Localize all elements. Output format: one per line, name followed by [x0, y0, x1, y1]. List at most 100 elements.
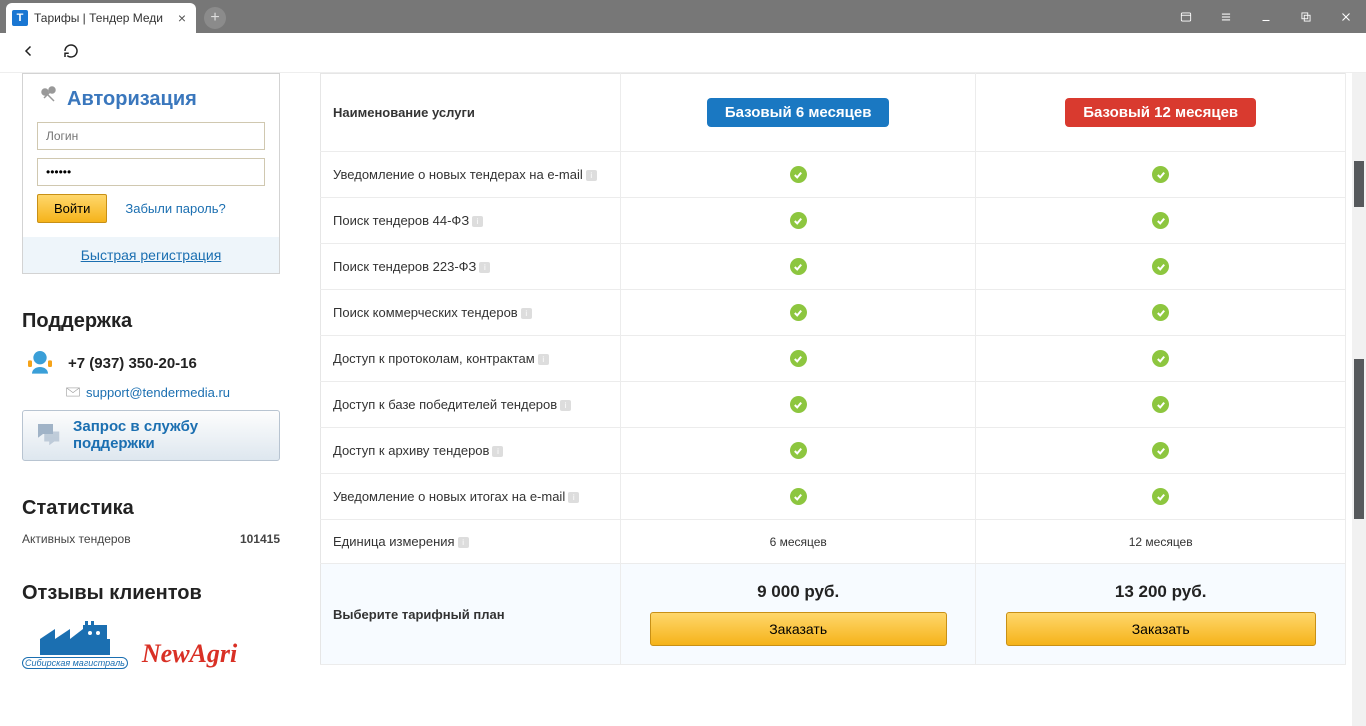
feature-label: Уведомление о новых итогах на e-mail	[333, 489, 565, 504]
stats-value: 101415	[240, 532, 280, 546]
feature-label: Поиск тендеров 223-ФЗ	[333, 259, 476, 274]
check-icon	[1152, 350, 1169, 367]
info-icon[interactable]: i	[492, 446, 503, 457]
plan-1-price: 9 000 руб.	[633, 582, 963, 602]
order-plan-1-button[interactable]: Заказать	[650, 612, 947, 646]
feature-row: Доступ к базе победителей тендеровi	[321, 382, 1346, 428]
check-icon	[1152, 212, 1169, 229]
forgot-password-link[interactable]: Забыли пароль?	[125, 201, 225, 216]
window-close-icon[interactable]	[1326, 0, 1366, 33]
check-icon	[790, 396, 807, 413]
feature-row: Поиск тендеров 223-ФЗi	[321, 244, 1346, 290]
info-icon[interactable]: i	[472, 216, 483, 227]
new-tab-button[interactable]: +	[204, 7, 226, 29]
scrollbar-track[interactable]	[1352, 73, 1366, 726]
info-icon[interactable]: i	[538, 354, 549, 365]
quick-registration-link[interactable]: Быстрая регистрация	[81, 247, 222, 263]
support-request-button[interactable]: Запрос в службуподдержки	[22, 410, 280, 461]
check-icon	[790, 442, 807, 459]
check-icon	[790, 212, 807, 229]
auth-box: Авторизация Войти Забыли пароль?	[22, 73, 280, 237]
check-icon	[1152, 166, 1169, 183]
support-title: Поддержка	[22, 310, 280, 333]
feature-row: Уведомление о новых итогах на e-maili	[321, 474, 1346, 520]
support-request-text: Запрос в службуподдержки	[73, 419, 198, 452]
headset-icon	[22, 345, 58, 381]
plan-1-header: Базовый 6 месяцев	[621, 74, 976, 152]
support-phone-line: +7 (937) 350-20-16	[22, 345, 280, 381]
stats-label: Активных тендеров	[22, 532, 131, 546]
plan-2-price: 13 200 руб.	[988, 582, 1333, 602]
check-icon	[790, 166, 807, 183]
feature-row: Уведомление о новых тендерах на e-maili	[321, 152, 1346, 198]
info-icon[interactable]: i	[521, 308, 532, 319]
check-icon	[1152, 396, 1169, 413]
scrollbar-thumb-2[interactable]	[1354, 359, 1364, 519]
feature-row: Поиск коммерческих тендеровi	[321, 290, 1346, 336]
feature-label: Уведомление о новых тендерах на e-mail	[333, 167, 583, 182]
back-icon[interactable]	[20, 42, 38, 63]
auth-title: Авторизация	[37, 84, 265, 114]
keys-icon	[37, 84, 61, 114]
login-input[interactable]	[37, 122, 265, 150]
client-logo-1-caption: Сибирская магистраль	[22, 657, 128, 669]
check-icon	[790, 488, 807, 505]
check-icon	[1152, 442, 1169, 459]
main-content: Наименование услуги Базовый 6 месяцев Ба…	[290, 73, 1366, 726]
check-icon	[790, 258, 807, 275]
feature-label: Доступ к архиву тендеров	[333, 443, 489, 458]
window-maximize-icon[interactable]	[1286, 0, 1326, 33]
plan-2-badge: Базовый 12 месяцев	[1065, 98, 1256, 127]
testimonials-title: Отзывы клиентов	[22, 582, 280, 605]
login-button[interactable]: Войти	[37, 194, 107, 223]
tab-close-icon[interactable]: ×	[178, 10, 186, 26]
order-plan-2-button[interactable]: Заказать	[1006, 612, 1316, 646]
info-icon[interactable]: i	[568, 492, 579, 503]
feature-row: Доступ к архиву тендеровi	[321, 428, 1346, 474]
check-icon	[1152, 304, 1169, 321]
check-icon	[790, 304, 807, 321]
client-logo-2[interactable]: NewAgri	[142, 639, 237, 669]
support-email-link[interactable]: support@tendermedia.ru	[86, 385, 230, 400]
sidebar-toggle-icon[interactable]	[1166, 0, 1206, 33]
scrollbar-thumb[interactable]	[1354, 161, 1364, 207]
feature-label: Доступ к протоколам, контрактам	[333, 351, 535, 366]
testimonials-logos: Сибирская магистраль NewAgri	[22, 621, 280, 669]
menu-icon[interactable]	[1206, 0, 1246, 33]
check-icon	[1152, 258, 1169, 275]
unit-2: 12 месяцев	[976, 520, 1346, 564]
browser-tab[interactable]: Т Тарифы | Тендер Меди ×	[6, 3, 196, 33]
quick-reg-wrap: Быстрая регистрация	[22, 237, 280, 274]
unit-row: Единица измеренияi 6 месяцев 12 месяцев	[321, 520, 1346, 564]
feature-row: Поиск тендеров 44-ФЗi	[321, 198, 1346, 244]
feature-row: Доступ к протоколам, контрактамi	[321, 336, 1346, 382]
tab-title: Тарифы | Тендер Меди	[34, 11, 172, 25]
info-icon[interactable]: i	[586, 170, 597, 181]
window-minimize-icon[interactable]	[1246, 0, 1286, 33]
tab-favicon: Т	[12, 10, 28, 26]
info-icon[interactable]: i	[479, 262, 490, 273]
plan-1-badge: Базовый 6 месяцев	[707, 98, 890, 127]
client-logo-1[interactable]: Сибирская магистраль	[22, 621, 128, 669]
feature-label: Поиск тендеров 44-ФЗ	[333, 213, 469, 228]
envelope-icon	[66, 385, 80, 400]
pricing-table: Наименование услуги Базовый 6 месяцев Ба…	[320, 73, 1346, 665]
reload-icon[interactable]	[62, 42, 80, 63]
stats-title: Статистика	[22, 497, 280, 520]
browser-tab-bar: Т Тарифы | Тендер Меди × +	[0, 0, 1366, 33]
info-icon[interactable]: i	[560, 400, 571, 411]
auth-title-text: Авторизация	[67, 88, 197, 111]
sidebar: Авторизация Войти Забыли пароль? Быстрая…	[0, 73, 290, 726]
info-icon[interactable]: i	[458, 537, 469, 548]
check-icon	[1152, 488, 1169, 505]
pricing-header-row: Наименование услуги Базовый 6 месяцев Ба…	[321, 74, 1346, 152]
stats-row: Активных тендеров 101415	[22, 532, 280, 546]
unit-1: 6 месяцев	[621, 520, 976, 564]
browser-toolbar	[0, 33, 1366, 73]
window-controls	[1166, 0, 1366, 33]
check-icon	[790, 350, 807, 367]
password-input[interactable]	[37, 158, 265, 186]
support-email-line: support@tendermedia.ru	[66, 385, 280, 400]
feature-label: Поиск коммерческих тендеров	[333, 305, 518, 320]
price-row: Выберите тарифный план 9 000 руб. Заказа…	[321, 564, 1346, 665]
